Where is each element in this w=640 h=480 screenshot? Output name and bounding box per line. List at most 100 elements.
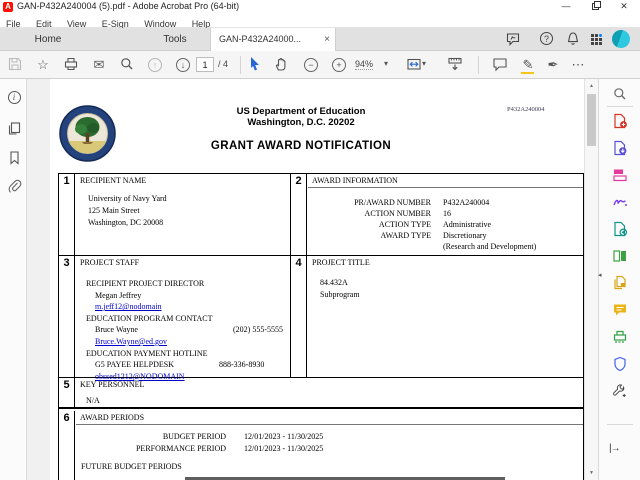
tab-tools[interactable]: Tools bbox=[145, 28, 205, 51]
email-button[interactable]: ✉ bbox=[90, 56, 108, 74]
more-options-button[interactable]: ⋯ bbox=[569, 56, 587, 74]
page-thumbnails-button[interactable] bbox=[6, 121, 22, 137]
page-info-button[interactable]: i bbox=[6, 91, 22, 107]
kv-label: ACTION TYPE bbox=[378, 220, 431, 229]
box-project-staff: 3 PROJECT STAFF RECIPIENT PROJECT DIRECT… bbox=[59, 256, 291, 381]
combine-files-button[interactable] bbox=[611, 221, 629, 239]
box4-label: PROJECT TITLE bbox=[312, 258, 370, 267]
measure-scroll-button[interactable] bbox=[446, 56, 464, 74]
copy-page-icon bbox=[614, 275, 626, 290]
user-avatar[interactable] bbox=[612, 30, 630, 48]
previous-page-button[interactable]: ↑ bbox=[146, 56, 164, 74]
kv-value: P432A240004 bbox=[443, 198, 490, 207]
save-button[interactable] bbox=[6, 56, 24, 74]
staff-heading: EDUCATION PROGRAM CONTACT bbox=[86, 313, 213, 323]
zoom-level-value[interactable]: 94% bbox=[355, 59, 374, 70]
menu-bar: File Edit View E-Sign Window Help bbox=[0, 14, 640, 29]
signature-icon bbox=[613, 199, 627, 206]
organize-pages-button[interactable] bbox=[611, 248, 629, 266]
zoom-out-button[interactable]: − bbox=[302, 56, 320, 74]
box-recipient-name: 1 RECIPIENT NAME University of Navy Yard… bbox=[59, 174, 291, 255]
main-toolbar: ☆ ✉ ↑ ↓ / 4 − + 94% ▾ bbox=[0, 51, 640, 79]
tab-home[interactable]: Home bbox=[18, 28, 78, 51]
create-pdf-icon bbox=[614, 113, 627, 129]
zoom-in-button[interactable]: + bbox=[330, 56, 348, 74]
box6-label: AWARD PERIODS bbox=[80, 413, 145, 422]
window-maximize-button[interactable] bbox=[584, 0, 606, 13]
notifications-button[interactable] bbox=[565, 31, 582, 48]
document-tab-close-icon[interactable]: × bbox=[324, 28, 330, 51]
project-staff-list: RECIPIENT PROJECT DIRECTOR Megan Jeffrey… bbox=[86, 279, 286, 383]
export-pdf-button[interactable] bbox=[611, 140, 629, 158]
award-number-header: P432A240004 bbox=[507, 106, 545, 113]
request-signatures-button[interactable] bbox=[611, 275, 629, 293]
right-tools-rail: ◂ |→ bbox=[598, 79, 640, 480]
scan-ocr-button[interactable] bbox=[611, 329, 629, 347]
hand-tool-button[interactable] bbox=[272, 56, 290, 74]
email-link[interactable]: Bruce.Wayne@ed.gov bbox=[95, 337, 167, 346]
window-title: GAN-P432A240004 (5).pdf - Adobe Acrobat … bbox=[17, 1, 240, 11]
document-header: US Department of Education Washington, D… bbox=[170, 106, 432, 152]
protect-pdf-button[interactable] bbox=[611, 356, 629, 374]
box-project-title: 4 PROJECT TITLE 84.432A Subprogram bbox=[291, 256, 583, 377]
select-tool-button[interactable] bbox=[246, 56, 264, 74]
staff-name: Megan Jeffrey bbox=[95, 290, 142, 300]
vertical-scrollbar[interactable]: ▲ ▼ bbox=[584, 79, 598, 480]
fill-sign-button[interactable] bbox=[611, 194, 629, 212]
pdf-page[interactable]: P432A240004 US Department of Education W… bbox=[50, 79, 584, 480]
combine-files-icon bbox=[614, 221, 628, 237]
more-tools-button[interactable] bbox=[611, 383, 629, 401]
search-tool-button[interactable] bbox=[611, 86, 629, 104]
email-link[interactable]: m.jeff12@nodomain bbox=[95, 302, 162, 311]
toolbar-divider bbox=[240, 56, 241, 74]
add-to-favorites-button[interactable]: ☆ bbox=[34, 56, 52, 74]
wrench-icon bbox=[613, 384, 626, 397]
print-icon bbox=[64, 57, 78, 71]
fit-width-caret-icon[interactable]: ▾ bbox=[422, 59, 426, 68]
box-number: 6 bbox=[59, 411, 75, 480]
fit-width-button[interactable] bbox=[405, 56, 423, 74]
comment-button[interactable] bbox=[491, 56, 509, 74]
feedback-button[interactable] bbox=[505, 31, 522, 48]
kv-label: PR/AWARD NUMBER bbox=[354, 198, 431, 207]
highlight-button[interactable]: ✎ bbox=[519, 56, 537, 74]
tab-document[interactable]: GAN-P432A24000... × bbox=[210, 28, 336, 51]
box2-label: AWARD INFORMATION bbox=[312, 176, 398, 185]
apps-menu-button[interactable] bbox=[591, 31, 608, 48]
comment-tool-button[interactable] bbox=[611, 302, 629, 320]
window-minimize-button[interactable]: — bbox=[555, 0, 577, 13]
page-number-input[interactable] bbox=[196, 57, 214, 72]
page-title: GRANT AWARD NOTIFICATION bbox=[210, 140, 392, 152]
window-close-button[interactable]: ✕ bbox=[613, 0, 635, 13]
next-page-button[interactable]: ↓ bbox=[174, 56, 192, 74]
table-row: 5 KEY PERSONNEL N/A bbox=[59, 378, 583, 409]
minus-icon: − bbox=[304, 58, 318, 72]
box-number: 5 bbox=[59, 378, 75, 407]
info-icon: i bbox=[7, 91, 21, 104]
help-button[interactable]: ? bbox=[539, 31, 556, 48]
kv-label: PERFORMANCE PERIOD bbox=[135, 444, 226, 453]
help-icon: ? bbox=[540, 32, 553, 45]
zoom-caret-icon[interactable]: ▾ bbox=[384, 59, 388, 68]
find-button[interactable] bbox=[118, 56, 136, 74]
print-button[interactable] bbox=[62, 56, 80, 74]
edit-pdf-button[interactable] bbox=[611, 167, 629, 185]
organize-pages-icon bbox=[613, 250, 626, 262]
collapse-panel-icon[interactable]: ◂ bbox=[598, 271, 602, 279]
box-number: 1 bbox=[59, 174, 75, 255]
attachments-button[interactable] bbox=[6, 179, 22, 195]
create-pdf-button[interactable] bbox=[611, 113, 629, 131]
page-count-label: / 4 bbox=[218, 59, 229, 69]
sign-button[interactable]: ✒ bbox=[544, 56, 562, 74]
recipient-line: 125 Main Street bbox=[88, 206, 140, 215]
bookmarks-button[interactable] bbox=[6, 150, 22, 166]
kv-label: ACTION NUMBER bbox=[364, 209, 431, 218]
kv-value: 16 bbox=[443, 209, 451, 218]
scroll-down-icon[interactable]: ▼ bbox=[585, 470, 598, 476]
ruler-down-icon bbox=[448, 57, 462, 71]
box-award-information: 2 AWARD INFORMATION PR/AWARD NUMBER P432A… bbox=[291, 174, 583, 255]
open-panel-button[interactable]: |→ bbox=[609, 443, 621, 454]
dept-name: US Department of Education bbox=[236, 106, 366, 117]
scrollbar-thumb[interactable] bbox=[587, 94, 596, 146]
scroll-up-icon[interactable]: ▲ bbox=[585, 83, 598, 89]
